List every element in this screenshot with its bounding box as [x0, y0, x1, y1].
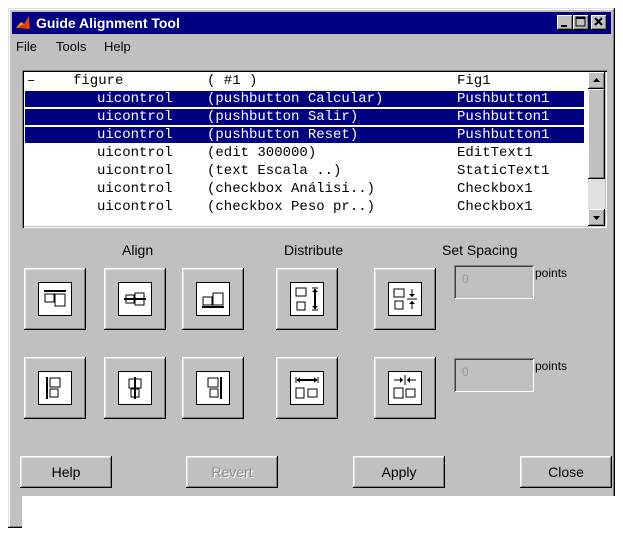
- menu-help[interactable]: Help: [104, 39, 131, 54]
- align-right-icon: [207, 377, 222, 399]
- tree-toggle: –: [27, 73, 36, 89]
- object-type: uicontrol: [97, 127, 173, 143]
- maximize-button[interactable]: [573, 15, 589, 30]
- object-tag: StaticText1: [457, 163, 550, 179]
- close-dialog-button[interactable]: Close: [520, 456, 612, 488]
- object-type: uicontrol: [97, 163, 173, 179]
- object-type: uicontrol: [97, 109, 173, 125]
- object-tag: Checkbox1: [457, 199, 533, 215]
- vertical-spacing-field[interactable]: 0: [454, 265, 534, 299]
- list-item[interactable]: uicontrol (text Escala ..) StaticText1: [25, 163, 584, 179]
- object-tag: EditText1: [457, 145, 533, 161]
- list-item[interactable]: uicontrol (pushbutton Calcular) Pushbutton…: [25, 91, 584, 107]
- list-item[interactable]: uicontrol (pushbutton Reset) Pushbutton1: [25, 127, 584, 143]
- align-bottom-icon: [202, 292, 224, 308]
- object-description: (pushbutton Reset): [207, 127, 359, 143]
- distribute-heading: Distribute: [284, 242, 344, 258]
- align-right-button[interactable]: [182, 357, 244, 419]
- window-title: Guide Alignment Tool: [36, 15, 180, 31]
- object-tag: Pushbutton1: [457, 109, 550, 125]
- align-center-button[interactable]: [104, 357, 166, 419]
- object-tag: Pushbutton1: [457, 91, 550, 107]
- distribute-vertical-icon: [295, 287, 318, 311]
- scroll-thumb[interactable]: [588, 89, 605, 179]
- minimize-button[interactable]: [557, 15, 573, 30]
- align-left-button[interactable]: [24, 357, 86, 419]
- align-heading: Align: [122, 242, 154, 258]
- object-description: ( #1 ): [207, 73, 258, 89]
- align-top-button[interactable]: [24, 268, 86, 330]
- object-description: (edit 300000): [207, 145, 317, 161]
- menu-file[interactable]: File: [16, 39, 37, 54]
- scroll-down-button[interactable]: [588, 209, 605, 226]
- guide-alignment-window: Guide Alignment Tool File Tools Help – fi…: [8, 8, 615, 532]
- arrow-up-icon: [593, 78, 600, 82]
- align-left-icon: [46, 377, 61, 399]
- minimize-icon: [561, 25, 567, 27]
- object-tag: Fig1: [457, 73, 491, 89]
- align-top-icon: [44, 290, 66, 307]
- close-icon: [594, 17, 603, 26]
- object-type: uicontrol: [97, 199, 173, 215]
- list-item[interactable]: uicontrol (checkbox Peso pr..) Checkbox1: [25, 199, 584, 215]
- align-middle-button[interactable]: [104, 268, 166, 330]
- close-button[interactable]: [591, 15, 607, 30]
- horizontal-spacing-field[interactable]: 0: [454, 358, 534, 392]
- object-description: (checkbox Peso pr..): [207, 199, 376, 215]
- revert-button[interactable]: Revert: [186, 456, 278, 488]
- set-spacing-heading: Set Spacing: [442, 242, 518, 258]
- arrow-down-icon: [593, 216, 600, 220]
- object-type: figure: [73, 73, 124, 89]
- object-tag: Checkbox1: [457, 181, 533, 197]
- distribute-horizontal-icon: [295, 377, 319, 399]
- object-type: uicontrol: [97, 91, 173, 107]
- object-list[interactable]: – figure ( #1 ) Fig1 uicontrol (pushbutton Ca…: [22, 70, 607, 228]
- object-type: uicontrol: [97, 145, 173, 161]
- align-center-icon: [128, 377, 142, 399]
- help-button[interactable]: Help: [20, 456, 112, 488]
- status-area: [22, 496, 615, 532]
- set-vertical-spacing-button[interactable]: [374, 268, 436, 330]
- matlab-logo-icon: [16, 16, 30, 29]
- object-description: (checkbox Análisi..): [207, 181, 376, 197]
- object-tag: Pushbutton1: [457, 127, 550, 143]
- vertical-spacing-icon: [393, 288, 417, 310]
- align-middle-icon: [124, 292, 146, 306]
- object-description: (text Escala ..): [207, 163, 342, 179]
- apply-button[interactable]: Apply: [353, 456, 445, 488]
- list-item[interactable]: – figure ( #1 ) Fig1: [25, 73, 584, 89]
- distribute-vertical-button[interactable]: [276, 268, 338, 330]
- horizontal-spacing-units: points: [535, 359, 568, 373]
- scroll-up-button[interactable]: [588, 72, 605, 89]
- vertical-spacing-units: points: [535, 266, 568, 280]
- distribute-horizontal-button[interactable]: [276, 357, 338, 419]
- list-scrollbar[interactable]: [588, 72, 605, 226]
- align-bottom-button[interactable]: [182, 268, 244, 330]
- object-type: uicontrol: [97, 181, 173, 197]
- object-description: (pushbutton Calcular): [207, 91, 384, 107]
- list-item[interactable]: uicontrol (checkbox Análisi..) Checkbox1: [25, 181, 584, 197]
- horizontal-spacing-icon: [393, 375, 416, 399]
- menu-tools[interactable]: Tools: [56, 39, 86, 54]
- object-description: (pushbutton Salir): [207, 109, 359, 125]
- title-bar[interactable]: Guide Alignment Tool: [12, 12, 611, 34]
- menu-bar: File Tools Help: [12, 36, 611, 56]
- list-item[interactable]: uicontrol (edit 300000) EditText1: [25, 145, 584, 161]
- set-horizontal-spacing-button[interactable]: [374, 357, 436, 419]
- list-item[interactable]: uicontrol (pushbutton Salir) Pushbutton1: [25, 109, 584, 125]
- maximize-icon: [575, 16, 586, 27]
